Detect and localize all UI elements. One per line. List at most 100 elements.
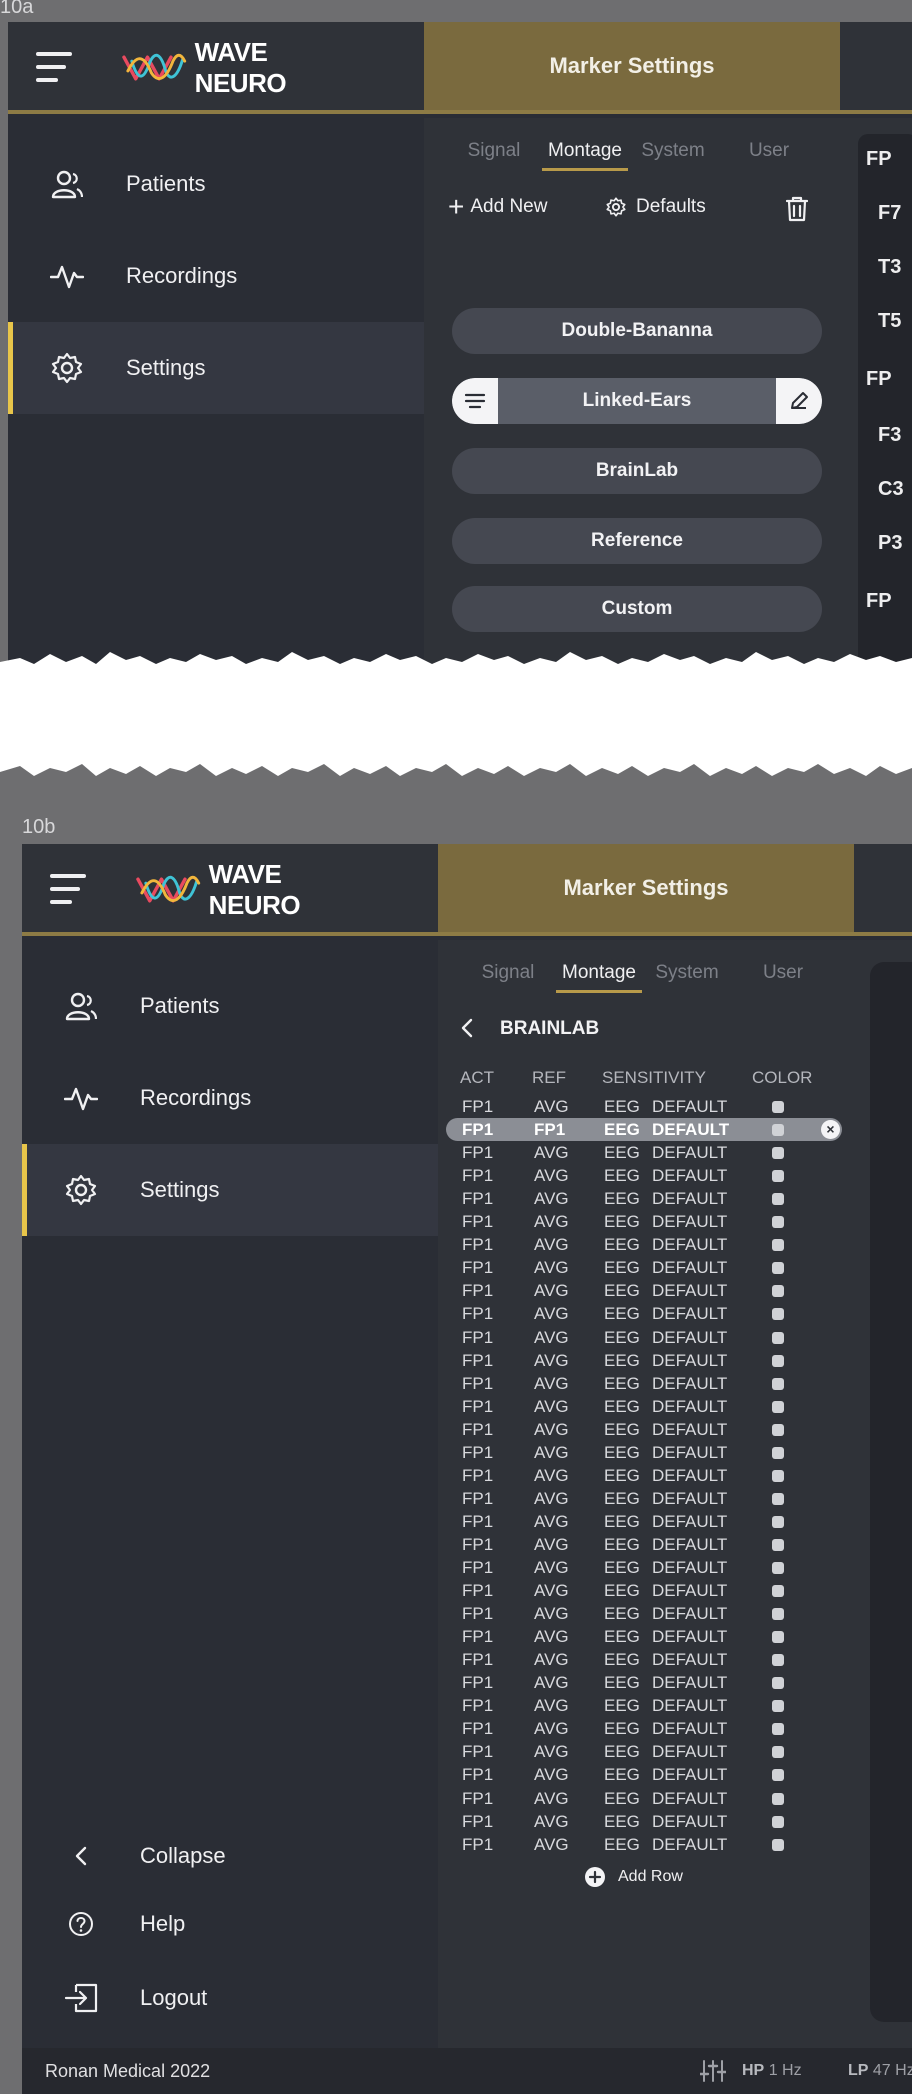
tab-signal[interactable]: Signal — [478, 962, 538, 984]
table-row[interactable]: FP1 AVG EEG DEFAULT — [458, 1694, 848, 1717]
table-row[interactable]: FP1 AVG EEG DEFAULT — [458, 1187, 848, 1210]
remove-row-icon[interactable]: × — [821, 1120, 840, 1140]
filter-sliders-icon[interactable] — [700, 2059, 726, 2083]
color-swatch[interactable] — [772, 1792, 784, 1805]
table-row[interactable]: FP1 AVG EEG DEFAULT — [458, 1810, 848, 1833]
lp-filter[interactable]: LP 47 Hz — [848, 2062, 912, 2080]
hp-filter[interactable]: HP 1 Hz — [742, 2062, 802, 2080]
color-swatch[interactable] — [772, 1147, 784, 1160]
tab-system[interactable]: System — [638, 140, 708, 162]
color-swatch[interactable] — [772, 1354, 784, 1367]
table-row[interactable]: FP1 AVG EEG DEFAULT — [458, 1602, 848, 1625]
logout-button[interactable]: Logout — [22, 1968, 438, 2028]
tab-system[interactable]: System — [652, 962, 722, 984]
color-swatch[interactable] — [772, 1170, 784, 1183]
table-row[interactable]: FP1 FP1 EEG DEFAULT × — [446, 1118, 842, 1142]
color-swatch[interactable] — [772, 1515, 784, 1528]
color-swatch[interactable] — [772, 1101, 784, 1113]
color-swatch[interactable] — [772, 1700, 784, 1713]
table-row[interactable]: FP1 AVG EEG DEFAULT — [458, 1141, 848, 1164]
add-row-button[interactable]: Add Row — [584, 1866, 683, 1888]
color-swatch[interactable] — [772, 1331, 784, 1344]
table-row[interactable]: FP1 AVG EEG DEFAULT — [458, 1579, 848, 1602]
table-row[interactable]: FP1 AVG EEG DEFAULT — [458, 1533, 848, 1556]
color-swatch[interactable] — [772, 1677, 784, 1690]
color-swatch[interactable] — [772, 1538, 784, 1551]
color-swatch[interactable] — [772, 1239, 784, 1252]
back-button[interactable] — [460, 1018, 480, 1040]
tab-montage[interactable]: Montage — [556, 962, 642, 984]
color-swatch[interactable] — [772, 1723, 784, 1736]
table-row[interactable]: FP1 AVG EEG DEFAULT — [458, 1326, 848, 1349]
sidebar-item-patients[interactable]: Patients — [22, 960, 438, 1052]
table-row[interactable]: FP1 AVG EEG DEFAULT — [458, 1833, 848, 1856]
table-row[interactable]: FP1 AVG EEG DEFAULT — [458, 1740, 848, 1763]
color-swatch[interactable] — [772, 1446, 784, 1459]
table-row[interactable]: FP1 AVG EEG DEFAULT — [458, 1464, 848, 1487]
color-swatch[interactable] — [772, 1285, 784, 1298]
table-row[interactable]: FP1 AVG EEG DEFAULT — [458, 1648, 848, 1671]
montage-item-selected[interactable]: Linked-Ears — [452, 378, 822, 424]
montage-item[interactable]: BrainLab — [452, 448, 822, 494]
color-swatch[interactable] — [772, 1608, 784, 1621]
montage-item[interactable]: Custom — [452, 586, 822, 632]
table-row[interactable]: FP1 AVG EEG DEFAULT — [458, 1210, 848, 1233]
tab-user[interactable]: User — [758, 962, 808, 984]
table-row[interactable]: FP1 AVG EEG DEFAULT — [458, 1164, 848, 1187]
table-row[interactable]: FP1 AVG EEG DEFAULT — [458, 1302, 848, 1325]
sidebar-item-patients[interactable]: Patients — [8, 138, 424, 230]
add-new-button[interactable]: + Add New — [448, 193, 547, 221]
delete-button[interactable] — [786, 196, 808, 222]
tab-signal[interactable]: Signal — [464, 140, 524, 162]
color-swatch[interactable] — [772, 1377, 784, 1390]
montage-item[interactable]: Double-Bananna — [452, 308, 822, 354]
color-swatch[interactable] — [772, 1308, 784, 1321]
montage-item[interactable]: Reference — [452, 518, 822, 564]
sidebar-item-recordings[interactable]: Recordings — [8, 230, 424, 322]
drag-handle-icon[interactable] — [452, 378, 498, 424]
table-row[interactable]: FP1 AVG EEG DEFAULT — [458, 1510, 848, 1533]
collapse-button[interactable]: Collapse — [22, 1826, 438, 1886]
color-swatch[interactable] — [772, 1124, 784, 1137]
table-row[interactable]: FP1 AVG EEG DEFAULT — [458, 1372, 848, 1395]
color-swatch[interactable] — [772, 1423, 784, 1436]
color-swatch[interactable] — [772, 1216, 784, 1229]
table-row[interactable]: FP1 AVG EEG DEFAULT — [458, 1625, 848, 1648]
table-row[interactable]: FP1 AVG EEG DEFAULT — [458, 1233, 848, 1256]
menu-icon[interactable] — [50, 874, 86, 904]
table-row[interactable]: FP1 AVG EEG DEFAULT — [458, 1256, 848, 1279]
table-row[interactable]: FP1 AVG EEG DEFAULT — [458, 1418, 848, 1441]
sidebar-item-recordings[interactable]: Recordings — [22, 1052, 438, 1144]
color-swatch[interactable] — [772, 1469, 784, 1482]
color-swatch[interactable] — [772, 1562, 784, 1574]
color-swatch[interactable] — [772, 1654, 784, 1667]
table-row[interactable]: FP1 AVG EEG DEFAULT — [458, 1487, 848, 1510]
table-row[interactable]: FP1 AVG EEG DEFAULT — [458, 1441, 848, 1464]
color-swatch[interactable] — [772, 1815, 784, 1828]
menu-icon[interactable] — [36, 52, 72, 82]
table-row[interactable]: FP1 AVG EEG DEFAULT — [458, 1556, 848, 1579]
table-row[interactable]: FP1 AVG EEG DEFAULT — [458, 1095, 848, 1118]
table-row[interactable]: FP1 AVG EEG DEFAULT — [458, 1717, 848, 1740]
defaults-button[interactable]: Defaults — [606, 196, 706, 218]
color-swatch[interactable] — [772, 1585, 784, 1598]
help-button[interactable]: Help — [22, 1894, 438, 1954]
tab-montage[interactable]: Montage — [542, 140, 628, 162]
edit-icon[interactable] — [776, 378, 822, 424]
table-row[interactable]: FP1 AVG EEG DEFAULT — [458, 1279, 848, 1302]
color-swatch[interactable] — [772, 1193, 784, 1206]
color-swatch[interactable] — [772, 1262, 784, 1275]
table-row[interactable]: FP1 AVG EEG DEFAULT — [458, 1349, 848, 1372]
table-row[interactable]: FP1 AVG EEG DEFAULT — [458, 1763, 848, 1786]
table-row[interactable]: FP1 AVG EEG DEFAULT — [458, 1395, 848, 1418]
color-swatch[interactable] — [772, 1746, 784, 1759]
color-swatch[interactable] — [772, 1400, 784, 1413]
color-swatch[interactable] — [772, 1631, 784, 1644]
sidebar-item-settings[interactable]: Settings — [22, 1144, 438, 1236]
color-swatch[interactable] — [772, 1492, 784, 1505]
sidebar-item-settings[interactable]: Settings — [8, 322, 424, 414]
tab-user[interactable]: User — [744, 140, 794, 162]
color-swatch[interactable] — [772, 1838, 784, 1851]
color-swatch[interactable] — [772, 1769, 784, 1782]
table-row[interactable]: FP1 AVG EEG DEFAULT — [458, 1671, 848, 1694]
